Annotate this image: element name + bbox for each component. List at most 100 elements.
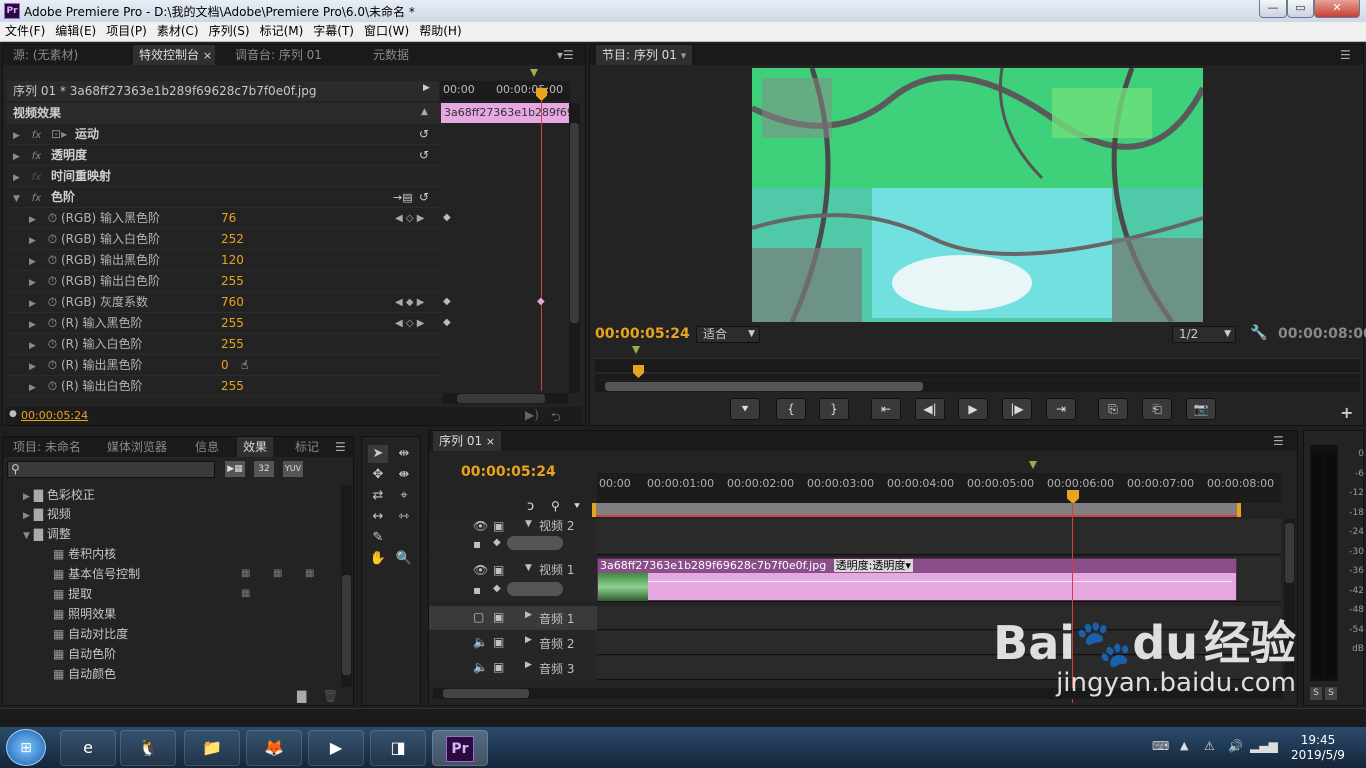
- keyframe-icon[interactable]: ◆: [443, 212, 451, 223]
- tab-source[interactable]: 源: (无素材): [7, 45, 84, 65]
- play-audio-icon[interactable]: ▶): [525, 408, 539, 422]
- track-audio-2[interactable]: 🔈 ▣ ▶ 音频 2: [429, 631, 597, 655]
- menu-marker[interactable]: 标记(M): [255, 22, 309, 41]
- fx-icon[interactable]: fx: [32, 193, 41, 204]
- tree-item[interactable]: ▦ 自动色阶: [53, 644, 116, 664]
- expand-icon[interactable]: ▶: [29, 383, 36, 393]
- keyframe-icon[interactable]: ◆: [443, 317, 451, 328]
- menu-edit[interactable]: 编辑(E): [50, 22, 101, 41]
- mini-work-area-marker[interactable]: [530, 69, 538, 77]
- mark-in-button[interactable]: {: [776, 398, 806, 420]
- stopwatch-icon[interactable]: ⏱: [48, 379, 57, 393]
- go-to-in-button[interactable]: ⇤: [871, 398, 901, 420]
- go-to-out-button[interactable]: ⇥: [1046, 398, 1076, 420]
- lift-button[interactable]: ⎘: [1098, 398, 1128, 420]
- yuv-effects-icon[interactable]: YUV: [283, 461, 303, 477]
- menu-project[interactable]: 项目(P): [101, 22, 152, 41]
- tab-project[interactable]: 项目: 未命名: [7, 437, 87, 457]
- taskbar-qq-icon[interactable]: 🐧: [120, 730, 176, 766]
- taskbar-firefox-icon[interactable]: 🦊: [246, 730, 302, 766]
- track-audio-1[interactable]: ▢ ▣ ▶ 音频 1: [429, 606, 597, 630]
- tab-effect-controls[interactable]: 特效控制台 ×: [133, 45, 215, 65]
- minimize-button[interactable]: —: [1259, 0, 1287, 18]
- param-value[interactable]: 760: [221, 292, 244, 313]
- play-button[interactable]: ▶: [958, 398, 988, 420]
- expand-icon[interactable]: ▼: [525, 563, 532, 573]
- vertical-scrollbar[interactable]: [569, 103, 580, 393]
- mini-timeline-ruler[interactable]: 00:00 00:00:05:00: [440, 81, 570, 101]
- param-value[interactable]: 252: [221, 229, 244, 250]
- extract-button[interactable]: ⎗: [1142, 398, 1172, 420]
- work-area-bar[interactable]: [595, 503, 1240, 517]
- mark-out-button[interactable]: }: [819, 398, 849, 420]
- tree-item[interactable]: ▦ 自动对比度: [53, 624, 128, 644]
- track-select-tool-icon[interactable]: ⇹: [394, 445, 414, 463]
- panel-menu-icon[interactable]: ▾☰: [551, 45, 580, 65]
- track-audio-3[interactable]: 🔈 ▣ ▶ 音频 3: [429, 656, 597, 680]
- param-value[interactable]: 255: [221, 376, 244, 397]
- pen-tool-icon[interactable]: ✎: [368, 529, 388, 547]
- keyframe-icon[interactable]: ◆: [537, 296, 545, 307]
- tab-close-icon[interactable]: ×: [486, 435, 495, 448]
- tree-item[interactable]: ▦ 照明效果: [53, 604, 116, 624]
- add-button-icon[interactable]: +: [1340, 403, 1353, 422]
- expand-icon[interactable]: ▶: [29, 362, 36, 372]
- start-button[interactable]: ⊞: [6, 729, 46, 766]
- stopwatch-icon[interactable]: ⏱: [48, 211, 57, 225]
- expand-icon[interactable]: ▶: [29, 299, 36, 309]
- display-style-icon[interactable]: ▪: [473, 537, 481, 551]
- expand-arrow-icon[interactable]: ▶: [423, 83, 433, 93]
- param-row[interactable]: ▶ ⏱ (RGB) 输入白色阶 252: [7, 229, 441, 250]
- expand-icon[interactable]: ▶: [29, 341, 36, 351]
- collapse-up-icon[interactable]: ▲: [421, 107, 428, 117]
- panel-menu-icon[interactable]: ☰: [329, 437, 352, 457]
- resolution-dropdown[interactable]: 1/2 ▼: [1172, 326, 1236, 343]
- timeline-ruler[interactable]: 00:00 00:00:01:00 00:00:02:00 00:00:03:0…: [597, 473, 1281, 503]
- timeline-work-area-marker[interactable]: [1029, 461, 1037, 469]
- menu-window[interactable]: 窗口(W): [359, 22, 414, 41]
- tab-sequence[interactable]: 序列 01 ×: [433, 431, 502, 451]
- lock-track-icon[interactable]: ▣: [493, 635, 504, 649]
- effect-row-opacity[interactable]: ▶ fx 透明度 ↺: [7, 145, 441, 166]
- new-bin-icon[interactable]: ▇: [297, 689, 306, 703]
- track-output-icon[interactable]: ▢: [473, 610, 484, 624]
- keyframe-icon[interactable]: ◆: [493, 537, 501, 548]
- stopwatch-icon[interactable]: ⏱: [48, 337, 57, 351]
- slide-tool-icon[interactable]: ⇿: [394, 508, 414, 526]
- stopwatch-icon[interactable]: ⏱: [48, 316, 57, 330]
- display-style-icon[interactable]: ▪: [473, 583, 481, 597]
- eye-icon[interactable]: 👁: [473, 563, 488, 577]
- taskbar-app-icon[interactable]: ◨: [370, 730, 426, 766]
- expand-icon[interactable]: ▶: [29, 278, 36, 288]
- track-video-1[interactable]: 👁 ▣ ▼ 视频 1 ▪ ◆: [429, 557, 597, 602]
- zoom-tool-icon[interactable]: 🔍: [394, 550, 414, 568]
- menu-clip[interactable]: 素材(C): [152, 22, 204, 41]
- export-frame-button[interactable]: 📷: [1186, 398, 1216, 420]
- panel-menu-icon[interactable]: ☰: [1267, 431, 1290, 451]
- horizontal-scrollbar[interactable]: [443, 393, 568, 404]
- accelerated-effects-icon[interactable]: ▶▦: [225, 461, 245, 477]
- menu-title[interactable]: 字幕(T): [308, 22, 359, 41]
- stopwatch-icon[interactable]: ⏱: [48, 358, 57, 372]
- razor-tool-icon[interactable]: ⌖: [394, 487, 414, 505]
- keyframe-nav-icon[interactable]: ◀ ◇ ▶: [395, 313, 424, 334]
- set-encore-marker-icon[interactable]: ⚲: [551, 499, 560, 513]
- tab-effects[interactable]: 效果: [237, 437, 274, 457]
- param-value[interactable]: 120: [221, 250, 244, 271]
- slip-tool-icon[interactable]: ↔: [368, 508, 388, 526]
- param-row[interactable]: ▶ ⏱ (RGB) 输出黑色阶 120: [7, 250, 441, 271]
- param-value[interactable]: 0: [221, 355, 229, 376]
- fit-dropdown[interactable]: 适合 ▼: [696, 326, 760, 343]
- collapse-icon[interactable]: ▼: [23, 531, 30, 541]
- param-row[interactable]: ▶ ⏱ (R) 输入黑色阶 255 ◀ ◇ ▶: [7, 313, 441, 334]
- volume-icon[interactable]: 🔊: [1228, 739, 1243, 753]
- param-value[interactable]: 76: [221, 208, 236, 229]
- reset-icon[interactable]: ↺: [419, 145, 429, 166]
- collapse-icon[interactable]: ▼: [13, 194, 20, 204]
- tree-scrollbar[interactable]: [341, 485, 352, 687]
- taskbar-media-icon[interactable]: ▶: [308, 730, 364, 766]
- hand-tool-icon[interactable]: ✋: [368, 550, 388, 568]
- expand-icon[interactable]: ▶: [525, 660, 532, 670]
- expand-icon[interactable]: ▶: [29, 236, 36, 246]
- eye-icon[interactable]: 👁: [473, 519, 488, 533]
